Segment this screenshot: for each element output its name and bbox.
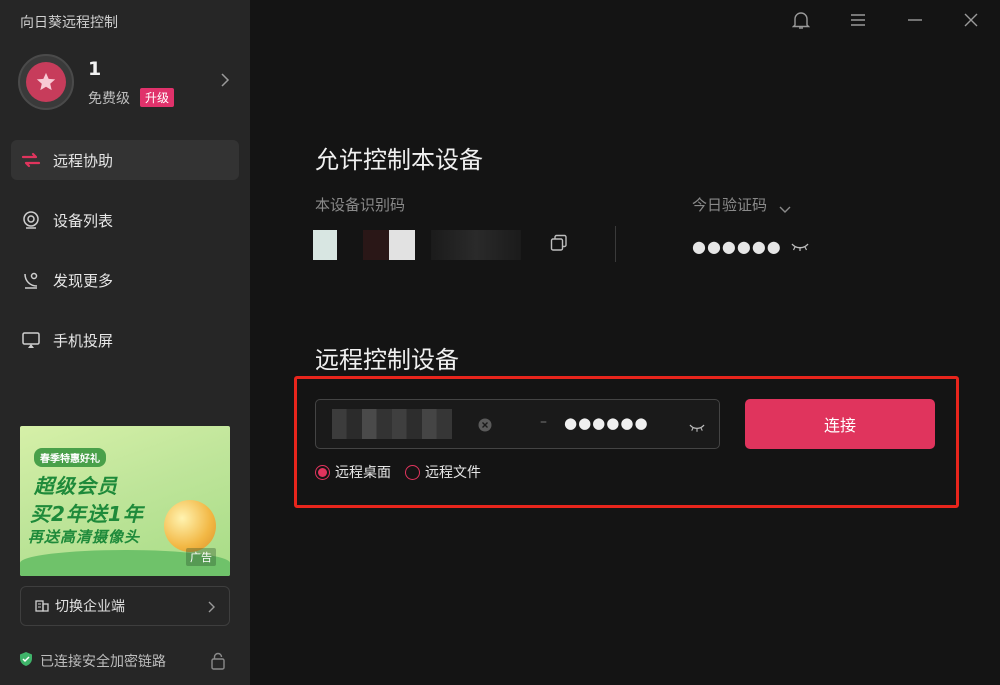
upgrade-badge[interactable]: 升级 <box>140 88 175 107</box>
radio-remote-file[interactable]: 远程文件 <box>405 462 481 482</box>
promo-offer: 买2年送1年 <box>30 502 144 526</box>
chevron-right-icon[interactable] <box>220 72 230 92</box>
screen-cast-icon <box>21 330 41 350</box>
clear-icon[interactable] <box>478 417 492 436</box>
radio-label: 远程文件 <box>425 465 481 481</box>
discover-icon <box>21 270 41 290</box>
remote-password-field[interactable]: ●●●●●● <box>564 414 649 432</box>
remote-device-id[interactable] <box>332 409 452 439</box>
promo-headline: 超级会员 <box>34 474 118 498</box>
minimize-icon[interactable] <box>903 8 927 32</box>
app-title: 向日葵远程控制 <box>20 15 118 31</box>
allow-control-title: 允许控制本设备 <box>315 146 483 174</box>
profile-name: 1 <box>88 58 102 80</box>
radio-unselected-icon <box>405 464 420 480</box>
remote-control-title: 远程控制设备 <box>315 346 459 374</box>
divider <box>615 226 616 262</box>
eye-closed-icon[interactable] <box>688 418 706 437</box>
sidebar: 向日葵远程控制 1 免费级 升级 远程协助 设备列表 发现更多 手机投屏 春季特… <box>0 0 250 685</box>
device-id-label: 本设备识别码 <box>315 196 406 214</box>
eye-closed-icon[interactable] <box>790 238 810 257</box>
star-icon <box>26 62 66 102</box>
secure-connection-label: 已连接安全加密链路 <box>40 654 166 670</box>
switch-enterprise-label: 切换企业端 <box>55 599 125 615</box>
sidebar-nav: 远程协助 设备列表 发现更多 手机投屏 <box>11 140 239 380</box>
radio-label: 远程桌面 <box>335 465 391 481</box>
copy-icon[interactable] <box>550 234 568 256</box>
building-icon <box>35 597 49 616</box>
membership-level: 免费级 <box>88 91 130 107</box>
remote-device-input[interactable]: – ●●●●●● <box>315 399 720 449</box>
device-id-value <box>313 230 523 262</box>
sidebar-item-device-list[interactable]: 设备列表 <box>11 200 239 240</box>
shield-check-icon <box>18 651 34 671</box>
profile-card[interactable]: 1 免费级 升级 <box>18 54 240 112</box>
verification-code-label[interactable]: 今日验证码 <box>692 194 767 215</box>
radio-selected-icon <box>315 464 330 480</box>
sidebar-item-discover[interactable]: 发现更多 <box>11 260 239 300</box>
secure-connection-status: 已连接安全加密链路 <box>18 650 232 672</box>
menu-icon[interactable] <box>846 8 870 32</box>
sidebar-item-label: 远程协助 <box>53 151 114 170</box>
lock-icon[interactable] <box>210 652 226 674</box>
ad-badge: 广告 <box>186 548 216 566</box>
sidebar-item-label: 发现更多 <box>53 271 114 290</box>
avatar[interactable] <box>18 54 74 110</box>
sidebar-item-screen-cast[interactable]: 手机投屏 <box>11 320 239 360</box>
remote-assist-icon <box>21 150 41 170</box>
connect-button[interactable]: 连接 <box>745 399 935 449</box>
sidebar-item-label: 设备列表 <box>53 211 114 230</box>
chevron-right-icon <box>207 599 215 618</box>
sidebar-item-label: 手机投屏 <box>53 331 114 350</box>
switch-enterprise-button[interactable]: 切换企业端 <box>20 586 230 626</box>
separator: – <box>540 414 547 430</box>
verification-code-value: ●●●●●● <box>692 237 782 256</box>
chevron-down-icon[interactable] <box>778 200 792 219</box>
radio-remote-desktop[interactable]: 远程桌面 <box>315 462 391 482</box>
sidebar-item-remote-assist[interactable]: 远程协助 <box>11 140 239 180</box>
close-icon[interactable] <box>959 8 983 32</box>
device-list-icon <box>21 210 41 230</box>
coin-icon <box>164 500 216 552</box>
bell-icon[interactable] <box>789 8 813 32</box>
connection-mode-group: 远程桌面 远程文件 <box>315 462 481 482</box>
promo-tag: 春季特惠好礼 <box>34 448 106 467</box>
promo-gift: 再送高清摄像头 <box>28 528 141 546</box>
promo-banner[interactable]: 春季特惠好礼 超级会员 买2年送1年 再送高清摄像头 广告 <box>20 426 230 576</box>
